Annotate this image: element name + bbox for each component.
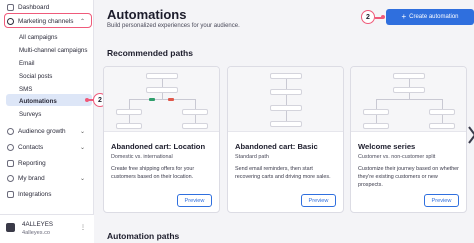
connector <box>129 115 130 123</box>
connector <box>129 99 130 109</box>
integrations-icon <box>7 190 14 198</box>
card-description: Customize their journey based on whether… <box>358 166 459 188</box>
connector <box>376 99 377 109</box>
path-card-abandoned-cart-basic[interactable]: Abandoned cart: Basic Standard path Send… <box>227 66 344 213</box>
sidebar-item-label: Marketing channels <box>18 17 74 25</box>
card-tag: Standard path <box>235 154 269 160</box>
sidebar-item-contacts[interactable]: Contacts ⌄ <box>4 141 89 153</box>
sidebar-item-dashboard[interactable]: Dashboard <box>4 1 89 13</box>
sidebar-item-marketing-channels[interactable]: Marketing channels ⌃ <box>4 15 89 27</box>
next-arrow-icon[interactable] <box>467 125 474 145</box>
chevron-down-icon: ⌄ <box>79 129 85 135</box>
sidebar-item-label: My brand <box>18 174 45 182</box>
sidebar: Dashboard Marketing channels ⌃ All campa… <box>0 0 94 243</box>
connector <box>442 115 443 123</box>
connector <box>162 79 163 87</box>
dashboard-icon <box>7 3 14 11</box>
recommended-paths-heading: Recommended paths <box>107 48 193 58</box>
sidebar-item-label: Contacts <box>18 143 44 151</box>
reporting-icon <box>7 159 14 167</box>
page-title: Automations <box>107 7 187 22</box>
sidebar-item-label: Dashboard <box>18 3 50 11</box>
more-icon[interactable]: ⋮ <box>80 224 86 231</box>
path-card-abandoned-cart-location[interactable]: Abandoned cart: Location Domestic vs. in… <box>103 66 220 213</box>
workflow-preview <box>228 67 343 132</box>
account-switcher[interactable]: 4ALLEYES 4alleyes.co ⋮ <box>0 214 94 243</box>
chevron-down-icon: ⌄ <box>79 176 85 182</box>
sidebar-item-sms[interactable]: SMS <box>19 86 32 93</box>
create-automation-label: Create automation <box>409 14 459 20</box>
card-title: Abandoned cart: Basic <box>235 142 318 151</box>
branch-label <box>168 98 174 101</box>
preview-button[interactable]: Preview <box>424 194 459 207</box>
brand-icon <box>7 174 14 182</box>
sidebar-item-automations[interactable]: Automations <box>19 98 57 105</box>
card-title: Abandoned cart: Location <box>111 142 206 151</box>
connector <box>286 79 287 89</box>
connector <box>286 111 287 121</box>
connector <box>286 95 287 105</box>
sidebar-item-email[interactable]: Email <box>19 60 34 67</box>
automation-paths-heading: Automation paths <box>107 231 180 241</box>
card-description: Send email reminders, then start recover… <box>235 166 331 180</box>
sidebar-item-all-campaigns[interactable]: All campaigns <box>19 34 58 41</box>
audience-icon <box>7 127 14 135</box>
workflow-preview <box>104 67 219 132</box>
connector <box>442 99 443 109</box>
workflow-node <box>182 123 208 129</box>
callout-dot <box>381 15 385 19</box>
chevron-down-icon: ⌄ <box>79 145 85 151</box>
connector <box>195 99 196 109</box>
path-card-welcome-series[interactable]: Welcome series Customer vs. non-customer… <box>350 66 467 213</box>
sidebar-item-my-brand[interactable]: My brand ⌄ <box>4 172 89 184</box>
sidebar-item-surveys[interactable]: Surveys <box>19 111 41 118</box>
connector <box>409 79 410 87</box>
sidebar-item-social-posts[interactable]: Social posts <box>19 73 52 80</box>
sidebar-item-reporting[interactable]: Reporting <box>4 157 89 169</box>
workflow-node <box>116 123 142 129</box>
connector <box>376 99 442 100</box>
card-tag: Domestic vs. international <box>111 154 173 160</box>
account-name: 4ALLEYES <box>22 221 53 228</box>
create-automation-button[interactable]: + Create automation <box>386 9 474 25</box>
branch-label <box>149 98 155 101</box>
card-tag: Customer vs. non-customer split <box>358 154 436 160</box>
connector <box>129 99 195 100</box>
sidebar-item-label: Reporting <box>18 159 46 167</box>
workflow-node <box>270 121 302 127</box>
preview-button[interactable]: Preview <box>301 194 336 207</box>
sidebar-item-label: Audience growth <box>18 127 66 135</box>
card-description: Create free shipping offers for your cus… <box>111 166 195 180</box>
account-domain: 4alleyes.co <box>22 230 50 236</box>
account-avatar <box>6 223 15 232</box>
connector <box>195 115 196 123</box>
sidebar-item-audience-growth[interactable]: Audience growth ⌄ <box>4 125 89 137</box>
connector <box>376 115 377 123</box>
page-subtitle: Build personalized experiences for your … <box>107 23 240 29</box>
megaphone-icon <box>7 17 14 25</box>
preview-button[interactable]: Preview <box>177 194 212 207</box>
card-title: Welcome series <box>358 142 416 151</box>
workflow-node <box>363 123 389 129</box>
sidebar-item-multi-channel-campaigns[interactable]: Multi-channel campaigns <box>19 47 87 54</box>
contacts-icon <box>7 143 14 151</box>
plus-icon: + <box>401 12 407 21</box>
workflow-node <box>429 123 455 129</box>
sidebar-item-integrations[interactable]: Integrations <box>4 188 89 200</box>
sidebar-item-label: Integrations <box>18 190 52 198</box>
workflow-preview <box>351 67 466 132</box>
step-badge: 2 <box>361 10 375 24</box>
chevron-up-icon: ⌃ <box>79 19 85 25</box>
